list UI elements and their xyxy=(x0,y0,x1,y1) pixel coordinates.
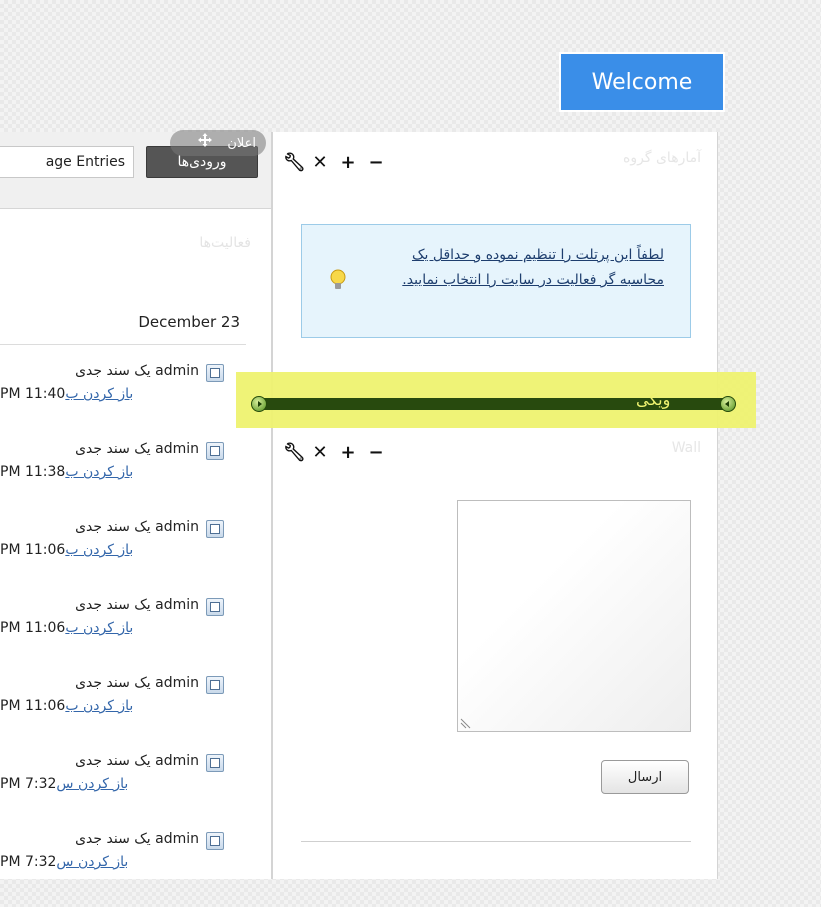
stats-info-box: لطفاً این پرتلت را تنظیم نموده و حداقل ی… xyxy=(301,224,691,338)
activity-item: یک سند جدی admin PM 7:32باز کردن س xyxy=(0,829,271,907)
document-icon xyxy=(206,520,224,538)
activity-text: یک سند جدی admin xyxy=(0,441,199,457)
activity-time: PM 11:06 xyxy=(0,620,66,636)
activity-time: PM 11:06 xyxy=(0,542,66,558)
activity-text: یک سند جدی admin xyxy=(0,675,199,691)
send-button[interactable]: ارسال xyxy=(601,760,689,794)
activity-text: یک سند جدی admin xyxy=(0,363,199,379)
wrench-icon[interactable]: 🔧︎ xyxy=(283,152,306,173)
activities-title: فعالیت‌ها xyxy=(199,235,251,251)
welcome-banner: Welcome xyxy=(559,52,725,112)
wall-portlet-tools: 🔧︎ ✕ + − xyxy=(283,442,385,463)
activity-user: admin xyxy=(155,675,199,691)
move-icon[interactable] xyxy=(198,133,212,147)
activity-text: یک سند جدی admin xyxy=(0,831,199,847)
activity-time: PM 11:38 xyxy=(0,464,66,480)
tab-bar: age Entries ورودی‌ها اعلان xyxy=(0,130,271,209)
activity-user: admin xyxy=(155,831,199,847)
date-heading: December 23 xyxy=(138,313,240,331)
stats-portlet-header: آمارهای گروه 🔧︎ ✕ + − xyxy=(273,132,717,173)
activity-time: PM 11:06 xyxy=(0,698,66,714)
activity-text: یک سند جدی admin xyxy=(0,753,199,769)
slider-left-knob[interactable] xyxy=(251,396,267,412)
stats-portlet-tools: 🔧︎ ✕ + − xyxy=(283,152,385,173)
minus-icon[interactable]: − xyxy=(367,442,385,463)
document-icon xyxy=(206,676,224,694)
activity-user: admin xyxy=(155,597,199,613)
resize-grip-icon[interactable] xyxy=(460,717,472,729)
wrench-icon[interactable]: 🔧︎ xyxy=(283,442,306,463)
activity-user: admin xyxy=(155,519,199,535)
bulb-icon xyxy=(330,269,346,289)
activity-text-snippet: یک سند جدی xyxy=(75,363,151,379)
activity-text-snippet: یک سند جدی xyxy=(75,597,151,613)
activity-text: یک سند جدی admin xyxy=(0,519,199,535)
activity-user: admin xyxy=(155,363,199,379)
divider xyxy=(301,841,691,842)
activity-open-link[interactable]: باز کردن ب xyxy=(65,464,133,480)
activity-open-link[interactable]: باز کردن س xyxy=(56,854,128,870)
activity-item: یک سند جدی admin PM 11:40باز کردن ب xyxy=(0,361,271,439)
activity-meta: PM 11:06باز کردن ب xyxy=(0,542,199,558)
activity-open-link[interactable]: باز کردن ب xyxy=(65,386,133,402)
activity-meta: PM 11:40باز کردن ب xyxy=(0,386,199,402)
activities-portlet: age Entries ورودی‌ها اعلان فعالیت‌ها Dec… xyxy=(0,130,272,879)
activity-item: یک سند جدی admin PM 11:06باز کردن ب xyxy=(0,673,271,751)
slider-right-knob[interactable] xyxy=(720,396,736,412)
activity-item: یک سند جدی admin PM 11:06باز کردن ب xyxy=(0,595,271,673)
slider-label: ویکی xyxy=(636,390,671,409)
wall-portlet-title: Wall xyxy=(671,440,701,456)
activity-text-snippet: یک سند جدی xyxy=(75,753,151,769)
activity-item: یک سند جدی admin PM 7:32باز کردن س xyxy=(0,751,271,829)
wall-portlet-header: Wall 🔧︎ ✕ + − xyxy=(273,422,717,463)
activity-meta: PM 7:32باز کردن س xyxy=(0,776,199,792)
activity-item: یک سند جدی admin PM 11:06باز کردن ب xyxy=(0,517,271,595)
activity-meta: PM 11:38باز کردن ب xyxy=(0,464,199,480)
document-icon xyxy=(206,832,224,850)
activity-meta: PM 7:32باز کردن س xyxy=(0,854,199,870)
close-icon[interactable]: ✕ xyxy=(311,152,329,173)
activity-open-link[interactable]: باز کردن ب xyxy=(65,620,133,636)
activity-text-snippet: یک سند جدی xyxy=(75,831,151,847)
activity-user: admin xyxy=(155,753,199,769)
activity-text-snippet: یک سند جدی xyxy=(75,441,151,457)
right-column: آمارهای گروه 🔧︎ ✕ + − لطفاً این پرتلت را… xyxy=(272,132,718,879)
drag-handle-label: اعلان xyxy=(227,135,256,151)
close-icon[interactable]: ✕ xyxy=(311,442,329,463)
document-icon xyxy=(206,754,224,772)
activity-meta: PM 11:06باز کردن ب xyxy=(0,698,199,714)
activity-time: PM 11:40 xyxy=(0,386,66,402)
activity-list: یک سند جدی admin PM 11:40باز کردن ب یک سند… xyxy=(0,361,271,907)
tab-page-entries-label: age Entries xyxy=(45,154,125,170)
wall-textarea[interactable] xyxy=(457,500,691,732)
tab-entries-label: ورودی‌ها xyxy=(177,154,227,170)
minus-icon[interactable]: − xyxy=(367,152,385,173)
activities-body: فعالیت‌ها December 23 یک سند جدی admin PM… xyxy=(0,209,271,879)
activity-item: یک سند جدی admin PM 11:38باز کردن ب xyxy=(0,439,271,517)
document-icon xyxy=(206,442,224,460)
activity-time: PM 7:32 xyxy=(0,776,57,792)
activity-time: PM 7:32 xyxy=(0,854,57,870)
activity-text-snippet: یک سند جدی xyxy=(75,675,151,691)
stats-message-link[interactable]: لطفاً این پرتلت را تنظیم نموده و حداقل ی… xyxy=(364,243,664,293)
stats-portlet-title: آمارهای گروه xyxy=(623,150,701,166)
plus-icon[interactable]: + xyxy=(339,152,357,173)
activity-open-link[interactable]: باز کردن ب xyxy=(65,698,133,714)
activity-open-link[interactable]: باز کردن س xyxy=(56,776,128,792)
activity-user: admin xyxy=(155,441,199,457)
tab-page-entries[interactable]: age Entries xyxy=(0,146,134,178)
drag-handle[interactable]: اعلان xyxy=(170,130,266,156)
activity-text: یک سند جدی admin xyxy=(0,597,199,613)
date-divider xyxy=(0,344,246,345)
document-icon xyxy=(206,364,224,382)
plus-icon[interactable]: + xyxy=(339,442,357,463)
activity-open-link[interactable]: باز کردن ب xyxy=(65,542,133,558)
activity-meta: PM 11:06باز کردن ب xyxy=(0,620,199,636)
document-icon xyxy=(206,598,224,616)
activity-text-snippet: یک سند جدی xyxy=(75,519,151,535)
